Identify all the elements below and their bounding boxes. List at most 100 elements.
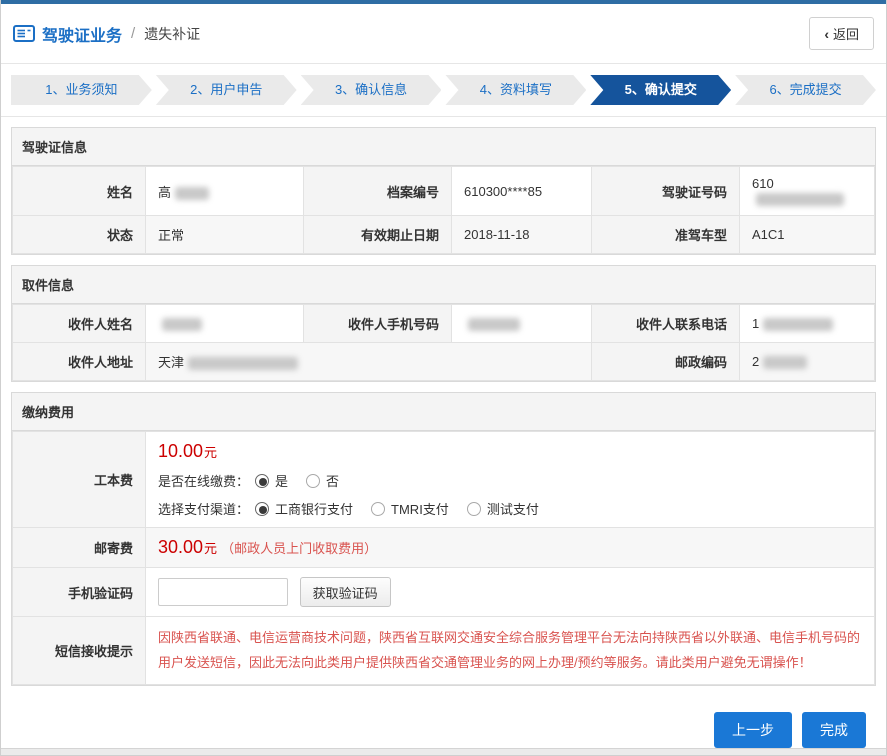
- name-value: 高: [146, 167, 304, 216]
- fees-table: 工本费 10.00元 是否在线缴费： 是 否: [12, 431, 875, 685]
- back-arrow-icon: ‹: [824, 26, 829, 42]
- postage-fee-cell: 30.00元（邮政人员上门收取费用）: [146, 528, 875, 568]
- sms-notice-cell: 因陕西省联通、电信运营商技术问题，陕西省互联网交通安全综合服务管理平台无法向持陕…: [146, 617, 875, 685]
- step-4-fill-data[interactable]: 4、资料填写: [445, 75, 586, 105]
- pay-channel-icbc-label: 工商银行支付: [275, 499, 353, 518]
- radio-checked-icon[interactable]: [255, 502, 269, 516]
- redacted-text: [763, 356, 807, 369]
- expiry-value: 2018-11-18: [452, 216, 592, 254]
- table-row: 收件人姓名 收件人手机号码 收件人联系电话 1: [13, 305, 875, 343]
- sms-code-cell: 获取验证码: [146, 568, 875, 617]
- license-business-icon: [13, 25, 35, 42]
- back-button[interactable]: ‹ 返回: [809, 17, 874, 50]
- previous-step-button[interactable]: 上一步: [714, 712, 792, 748]
- vehicle-class-value: A1C1: [740, 216, 875, 254]
- footer-actions: 上一步 完成: [1, 712, 866, 748]
- license-no-value: 610: [740, 167, 875, 216]
- production-fee-amount: 10.00元: [158, 441, 862, 462]
- redacted-text: [162, 318, 202, 331]
- step-2-user-declaration[interactable]: 2、用户申告: [156, 75, 297, 105]
- radio-unchecked-icon[interactable]: [306, 474, 320, 488]
- fees-section: 缴纳费用 工本费 10.00元 是否在线缴费： 是: [11, 392, 876, 686]
- redacted-text: [175, 187, 209, 200]
- recipient-name-value: [146, 305, 304, 343]
- license-info-section-title: 驾驶证信息: [12, 128, 875, 166]
- fees-section-title: 缴纳费用: [12, 393, 875, 431]
- postage-fee-label: 邮寄费: [13, 528, 146, 568]
- online-pay-no-label: 否: [326, 471, 339, 490]
- pay-channel-tmri-label: TMRI支付: [391, 499, 449, 518]
- pay-channel-label: 选择支付渠道：: [158, 499, 249, 518]
- production-fee-number: 10.00: [158, 441, 203, 461]
- radio-unchecked-icon[interactable]: [467, 502, 481, 516]
- production-fee-cell: 10.00元 是否在线缴费： 是 否 选择支: [146, 432, 875, 528]
- recipient-address-label: 收件人地址: [13, 343, 146, 381]
- name-value-text: 高: [158, 185, 171, 200]
- online-pay-yes-option[interactable]: 是: [255, 471, 288, 490]
- zip-code-value: 2: [740, 343, 875, 381]
- table-row: 姓名 高 档案编号 610300****85 驾驶证号码 610: [13, 167, 875, 216]
- license-info-table: 姓名 高 档案编号 610300****85 驾驶证号码 610 状态 正常 有…: [12, 166, 875, 254]
- page: 驾驶证业务 / 遗失补证 ‹ 返回 1、业务须知 2、用户申告 3、确认信息 4…: [0, 0, 887, 756]
- recipient-address-value: 天津: [146, 343, 592, 381]
- title-divider: /: [131, 25, 135, 42]
- sms-notice-text: 因陕西省联通、电信运营商技术问题，陕西省互联网交通安全综合服务管理平台无法向持陕…: [158, 626, 862, 675]
- zip-code-label: 邮政编码: [592, 343, 740, 381]
- get-sms-code-button[interactable]: 获取验证码: [300, 577, 391, 607]
- recipient-phone-value-text: 1: [752, 316, 759, 331]
- redacted-text: [763, 318, 833, 331]
- production-fee-unit: 元: [204, 445, 217, 460]
- zip-code-value-text: 2: [752, 354, 759, 369]
- steps-bar: 1、业务须知 2、用户申告 3、确认信息 4、资料填写 5、确认提交 6、完成提…: [1, 64, 886, 117]
- page-subtitle: 遗失补证: [144, 24, 200, 44]
- sms-code-label: 手机验证码: [13, 568, 146, 617]
- table-row: 状态 正常 有效期止日期 2018-11-18 准驾车型 A1C1: [13, 216, 875, 254]
- status-label: 状态: [13, 216, 146, 254]
- table-row: 短信接收提示 因陕西省联通、电信运营商技术问题，陕西省互联网交通安全综合服务管理…: [13, 617, 875, 685]
- production-fee-label: 工本费: [13, 432, 146, 528]
- step-6-finish-submit[interactable]: 6、完成提交: [735, 75, 876, 105]
- header: 驾驶证业务 / 遗失补证 ‹ 返回: [1, 4, 886, 64]
- redacted-text: [188, 357, 298, 370]
- table-row: 手机验证码 获取验证码: [13, 568, 875, 617]
- pay-channel-icbc-option[interactable]: 工商银行支付: [255, 499, 353, 518]
- license-info-section: 驾驶证信息 姓名 高 档案编号 610300****85 驾驶证号码 610 状…: [11, 127, 876, 255]
- postage-fee-note: （邮政人员上门收取费用）: [221, 541, 377, 556]
- online-pay-yes-label: 是: [275, 471, 288, 490]
- pay-channel-option-row: 选择支付渠道： 工商银行支付 TMRI支付 测试支付: [158, 499, 862, 518]
- sms-notice-label: 短信接收提示: [13, 617, 146, 685]
- recipient-phone-value: 1: [740, 305, 875, 343]
- pickup-info-table: 收件人姓名 收件人手机号码 收件人联系电话 1 收件人地址 天津 邮政编码: [12, 304, 875, 381]
- table-row: 工本费 10.00元 是否在线缴费： 是 否: [13, 432, 875, 528]
- table-row: 邮寄费 30.00元（邮政人员上门收取费用）: [13, 528, 875, 568]
- redacted-text: [468, 318, 520, 331]
- online-pay-no-option[interactable]: 否: [306, 471, 339, 490]
- step-5-confirm-submit[interactable]: 5、确认提交: [590, 75, 731, 105]
- table-row: 收件人地址 天津 邮政编码 2: [13, 343, 875, 381]
- pickup-info-section: 取件信息 收件人姓名 收件人手机号码 收件人联系电话 1: [11, 265, 876, 382]
- expiry-label: 有效期止日期: [304, 216, 452, 254]
- name-label: 姓名: [13, 167, 146, 216]
- pay-channel-test-option[interactable]: 测试支付: [467, 499, 539, 518]
- sms-code-input[interactable]: [158, 578, 288, 606]
- back-label: 返回: [833, 24, 859, 43]
- redacted-text: [756, 193, 844, 206]
- recipient-name-label: 收件人姓名: [13, 305, 146, 343]
- radio-checked-icon[interactable]: [255, 474, 269, 488]
- finish-button[interactable]: 完成: [802, 712, 866, 748]
- status-value: 正常: [146, 216, 304, 254]
- pay-channel-tmri-option[interactable]: TMRI支付: [371, 499, 449, 518]
- recipient-mobile-label: 收件人手机号码: [304, 305, 452, 343]
- header-title-group: 驾驶证业务 / 遗失补证: [13, 22, 200, 46]
- radio-unchecked-icon[interactable]: [371, 502, 385, 516]
- pay-channel-test-label: 测试支付: [487, 499, 539, 518]
- recipient-mobile-value: [452, 305, 592, 343]
- license-no-value-text: 610: [752, 176, 774, 191]
- step-3-confirm-info[interactable]: 3、确认信息: [301, 75, 442, 105]
- archive-no-label: 档案编号: [304, 167, 452, 216]
- page-title: 驾驶证业务: [42, 22, 122, 46]
- online-pay-option-row: 是否在线缴费： 是 否: [158, 471, 862, 490]
- archive-no-value: 610300****85: [452, 167, 592, 216]
- step-1-business-notice[interactable]: 1、业务须知: [11, 75, 152, 105]
- recipient-phone-label: 收件人联系电话: [592, 305, 740, 343]
